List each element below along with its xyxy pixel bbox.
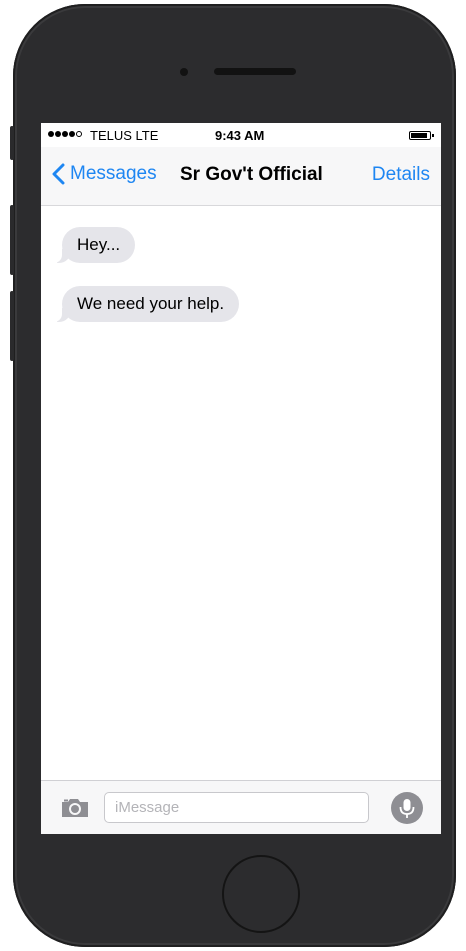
compose-bar <box>41 780 441 834</box>
microphone-button[interactable] <box>391 792 423 824</box>
front-camera <box>180 68 188 76</box>
earpiece-speaker <box>214 68 296 75</box>
camera-icon <box>62 799 88 817</box>
imessage-input[interactable] <box>104 792 369 823</box>
volume-up-button[interactable] <box>10 205 14 275</box>
back-label: Messages <box>70 163 157 184</box>
camera-button[interactable] <box>60 797 90 824</box>
status-bar: TELUS LTE 9:43 AM <box>41 123 441 147</box>
screen: TELUS LTE 9:43 AM Messages Sr Gov't Offi… <box>41 123 441 834</box>
signal-dots-icon <box>48 131 82 137</box>
microphone-icon <box>399 799 415 818</box>
contact-name: Sr Gov't Official <box>180 164 323 185</box>
conversation-header: Messages Sr Gov't Official Details <box>41 147 441 206</box>
back-to-messages-button[interactable]: Messages <box>52 163 157 185</box>
message-bubble-incoming[interactable]: Hey... <box>51 227 136 263</box>
details-button[interactable]: Details <box>372 164 430 186</box>
status-time: 9:43 AM <box>215 128 265 143</box>
home-button[interactable] <box>222 855 300 933</box>
volume-down-button[interactable] <box>10 291 14 361</box>
chevron-left-icon <box>52 163 65 185</box>
mute-switch[interactable] <box>10 126 14 160</box>
carrier-label: TELUS LTE <box>90 128 159 143</box>
message-bubble-incoming[interactable]: We need your help. <box>51 286 240 322</box>
battery-icon <box>409 131 434 140</box>
